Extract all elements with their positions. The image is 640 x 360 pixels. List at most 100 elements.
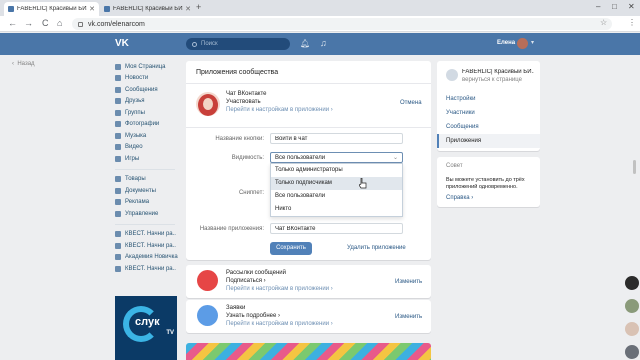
menu-item-manage[interactable]: Управление — [115, 208, 185, 220]
music-note-icon[interactable]: ♫ — [320, 38, 327, 48]
lock-icon — [78, 21, 83, 27]
chat-avatar[interactable] — [625, 276, 639, 290]
menu-label: Фотографии — [125, 121, 160, 128]
search-input[interactable]: Поиск — [186, 38, 290, 50]
browser-tab-1[interactable]: FABERLIC| Красивый БИЗ ✕ — [4, 2, 99, 16]
minimize-button[interactable]: – — [596, 2, 600, 11]
app-state[interactable]: Участвовать — [226, 99, 261, 105]
menu-item-goods[interactable]: Товары — [115, 174, 185, 186]
app-name: Чат ВКонтакте — [226, 91, 267, 97]
card-settings-link[interactable]: Перейти к настройкам в приложении › — [226, 321, 333, 327]
manage-icon — [115, 210, 121, 217]
option-subscribers-only[interactable]: Только подписчикам — [271, 177, 402, 190]
menu-item-messages[interactable]: Сообщения — [115, 84, 185, 96]
option-all-users[interactable]: Все пользователи — [271, 190, 402, 203]
menu-item-ads[interactable]: Реклама — [115, 197, 185, 209]
back-link[interactable]: ‹ Назад — [12, 61, 35, 67]
tip-title: Совет — [446, 163, 463, 169]
community-icon — [115, 242, 121, 249]
close-window-button[interactable]: ✕ — [628, 2, 635, 11]
menu-item-news[interactable]: Новости — [115, 73, 185, 85]
delete-app-link[interactable]: Удалить приложение — [347, 245, 406, 251]
search-placeholder: Поиск — [201, 41, 218, 47]
edit-link[interactable]: Изменить — [395, 279, 422, 285]
menu-label: Товары — [125, 176, 146, 183]
app-settings-link[interactable]: Перейти к настройкам в приложении › — [226, 107, 333, 113]
menu-item-photos[interactable]: Фотографии — [115, 119, 185, 131]
option-admins-only[interactable]: Только администраторы — [271, 164, 402, 177]
group-title[interactable]: FABERLIC| Красивый БИ.. — [462, 69, 534, 75]
back-label: Назад — [17, 61, 35, 67]
menu-item-games[interactable]: Игры — [115, 153, 185, 165]
chat-avatar[interactable] — [625, 345, 639, 359]
bookmark-star-icon[interactable]: ☆ — [600, 18, 607, 27]
card-subtitle[interactable]: Узнать подробнее › — [226, 313, 280, 319]
home-icon[interactable]: ⌂ — [57, 18, 62, 28]
news-icon — [115, 75, 121, 82]
community-icon — [115, 231, 121, 238]
help-link[interactable]: Справка › — [446, 195, 473, 201]
menu-item-groups[interactable]: Группы — [115, 107, 185, 119]
menu-item-community[interactable]: КВЕСТ. Начни ра.. — [115, 240, 185, 252]
edit-link[interactable]: Изменить — [395, 314, 422, 320]
divider — [186, 127, 431, 128]
menu-item-video[interactable]: Видео — [115, 142, 185, 154]
menu-label: КВЕСТ. Начни ра.. — [125, 242, 176, 249]
reload-icon[interactable]: C — [42, 18, 49, 28]
new-tab-button[interactable]: + — [196, 2, 201, 12]
menu-divider — [115, 223, 175, 225]
menu-item-community[interactable]: Академия Новичка — [115, 252, 185, 264]
menu-item-documents[interactable]: Документы — [115, 185, 185, 197]
chat-avatar[interactable] — [625, 299, 639, 313]
close-tab-icon[interactable]: ✕ — [185, 5, 191, 13]
message-icon — [115, 86, 121, 93]
card-title: Рассылки сообщений — [226, 270, 286, 276]
menu-item-community[interactable]: КВЕСТ. Начни ра.. — [115, 263, 185, 275]
nav-item-members[interactable]: Участники — [437, 106, 540, 120]
button-name-input[interactable] — [270, 133, 403, 144]
menu-item-community[interactable]: КВЕСТ. Начни ра.. — [115, 229, 185, 241]
community-icon — [115, 265, 121, 272]
bag-icon — [115, 176, 121, 183]
forward-arrow-icon[interactable]: → — [24, 18, 33, 28]
browser-menu-icon[interactable]: ⋮ — [628, 18, 636, 27]
promo-tv: TV — [166, 330, 174, 336]
address-bar[interactable]: vk.com/elenarcom — [72, 18, 612, 30]
card-subtitle[interactable]: Подписаться › — [226, 278, 266, 284]
community-icon — [115, 254, 121, 261]
app-name-input[interactable] — [270, 223, 403, 234]
tab-title: FABERLIC| Красивый БИЗ — [17, 6, 88, 12]
save-button[interactable]: Сохранить — [270, 242, 312, 255]
nav-item-apps[interactable]: Приложения — [437, 134, 540, 148]
document-icon — [115, 187, 121, 194]
notifications-bell-icon[interactable]: 🔔︎ — [300, 39, 310, 48]
menu-label: Музыка — [125, 132, 147, 139]
cancel-link[interactable]: Отмена — [400, 100, 422, 106]
avatar-face — [203, 98, 213, 110]
button-name-label: Название кнопки: — [215, 136, 264, 142]
menu-item-friends[interactable]: Друзья — [115, 96, 185, 108]
browser-tab-bar: FABERLIC| Красивый БИЗ ✕ FABERLIC| Краси… — [0, 0, 640, 16]
visibility-select[interactable]: Все пользователи ⌄ — [270, 152, 403, 163]
menu-label: КВЕСТ. Начни ра.. — [125, 265, 176, 272]
nav-item-settings[interactable]: Настройки — [437, 92, 540, 106]
menu-label: Игры — [125, 155, 140, 162]
browser-tab-2[interactable]: FABERLIC| Красивый БИЗ ✕ — [100, 2, 195, 16]
promo-banner[interactable]: слук TV — [115, 296, 177, 360]
games-icon — [115, 155, 121, 162]
vk-logo[interactable]: VK — [115, 38, 129, 49]
close-tab-icon[interactable]: ✕ — [89, 5, 95, 13]
option-nobody[interactable]: Никто — [271, 203, 402, 216]
chat-avatar[interactable] — [625, 322, 639, 336]
card-settings-link[interactable]: Перейти к настройкам в приложении › — [226, 286, 333, 292]
user-avatar[interactable] — [517, 38, 528, 49]
maximize-button[interactable]: □ — [612, 2, 617, 11]
scrollbar[interactable] — [633, 160, 636, 174]
back-to-page-link[interactable]: вернуться к странице — [462, 77, 522, 83]
user-name[interactable]: Елена — [497, 40, 515, 46]
menu-item-my-page[interactable]: Моя Страница — [115, 61, 185, 73]
menu-item-music[interactable]: Музыка — [115, 130, 185, 142]
nav-item-messages[interactable]: Сообщения — [437, 120, 540, 134]
chevron-down-icon[interactable]: ▾ — [531, 39, 534, 46]
back-arrow-icon[interactable]: ← — [8, 18, 17, 28]
